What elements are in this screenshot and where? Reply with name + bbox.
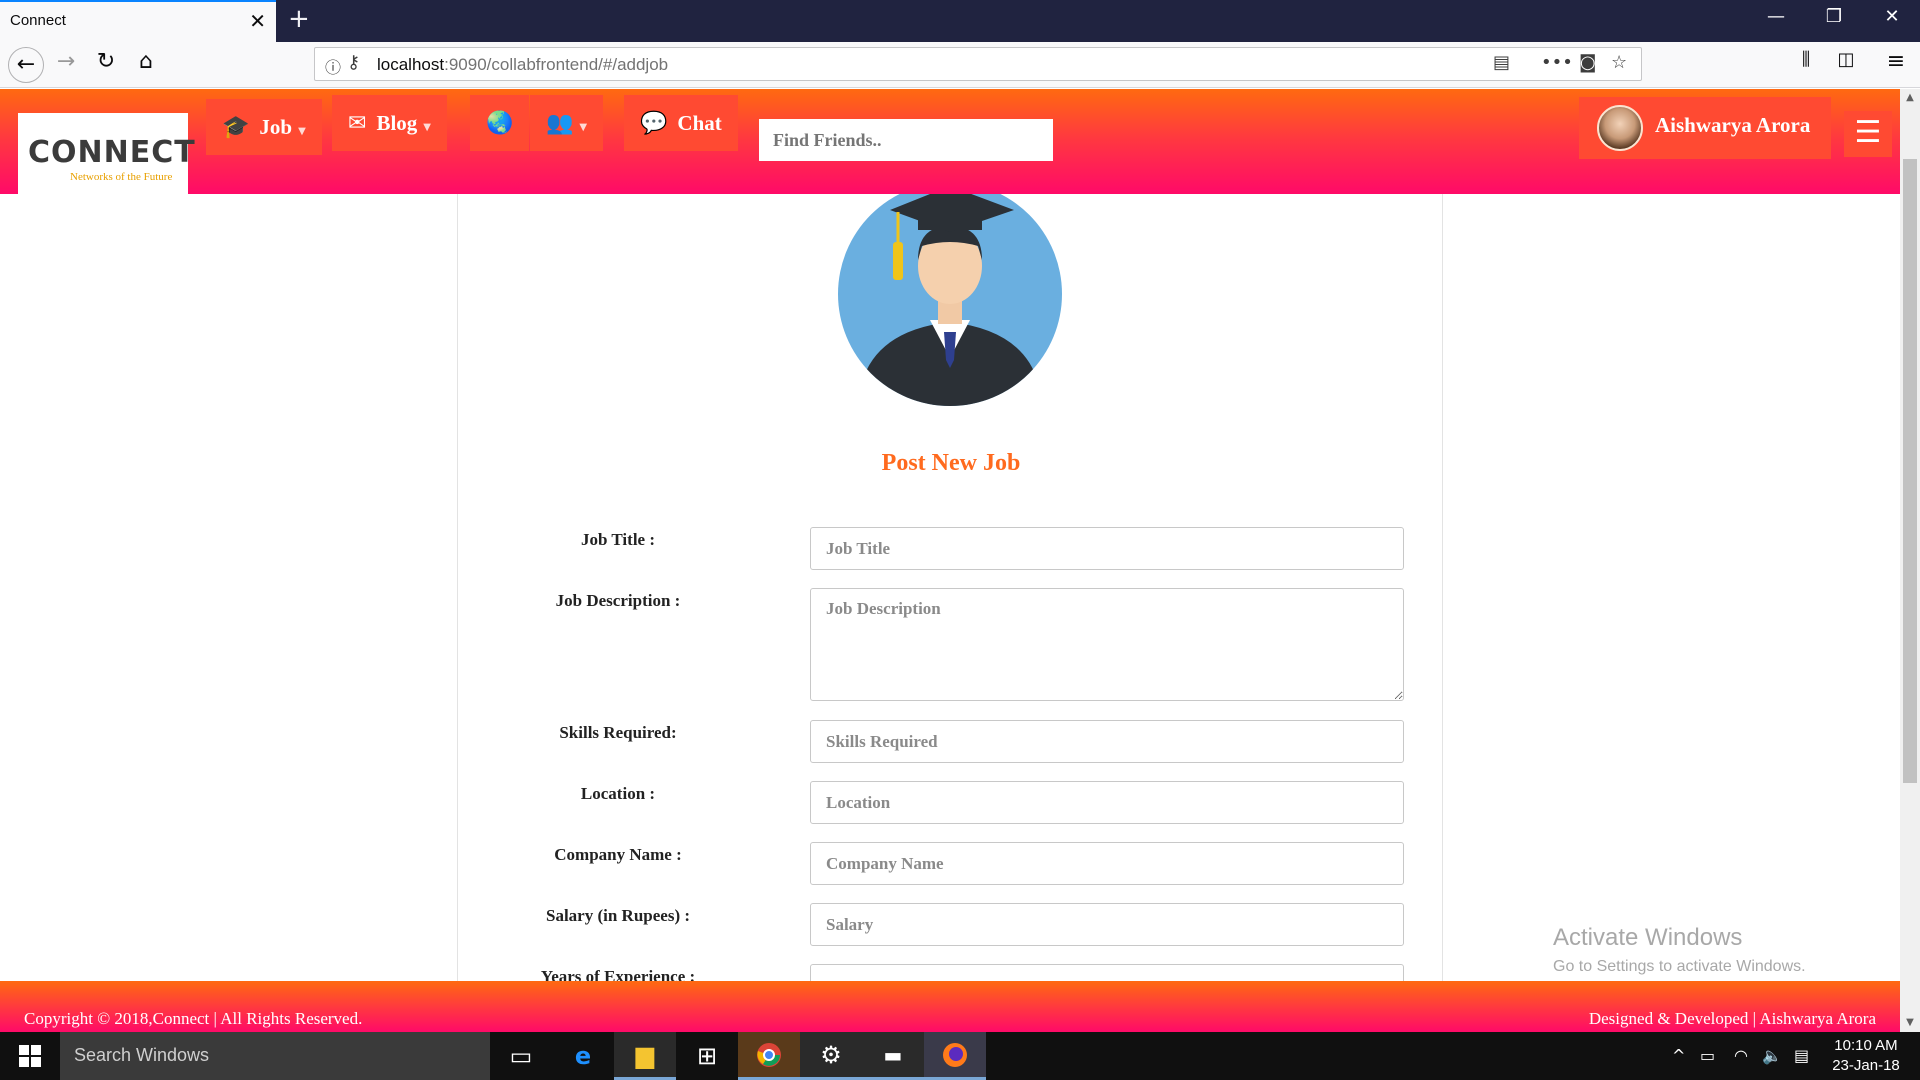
windows-taskbar: Search Windows ▭ e ▆ ⊞ ⚙ ▬ ^ ▭ ◠ 🔈 ▤ 10:… xyxy=(0,1032,1920,1080)
taskbar-clock[interactable]: 10:10 AM 23-Jan-18 xyxy=(1828,1036,1904,1076)
menu-icon[interactable]: ≡ xyxy=(1880,49,1912,81)
tab-title: Connect xyxy=(10,12,66,29)
chrome-icon[interactable] xyxy=(738,1032,800,1080)
menu-globe[interactable]: 🌏 xyxy=(470,95,530,151)
globe-icon: 🌏 xyxy=(486,110,514,136)
wifi-icon[interactable]: ◠ xyxy=(1734,1046,1748,1065)
scroll-down-icon[interactable]: ▼ xyxy=(1900,1014,1920,1032)
experience-input[interactable] xyxy=(810,964,1404,981)
windows-logo-icon xyxy=(19,1045,41,1067)
scrollbar-thumb[interactable] xyxy=(1903,159,1917,783)
avatar xyxy=(1597,105,1643,151)
users-icon: 👥 xyxy=(546,110,574,136)
location-label: Location : xyxy=(580,784,656,803)
library-icon[interactable]: ⫼ xyxy=(1790,49,1822,81)
info-icon[interactable]: ⓘ xyxy=(325,54,341,78)
watermark-title: Activate Windows xyxy=(1553,924,1743,951)
location-input[interactable] xyxy=(810,781,1404,824)
graduation-cap-icon: 🎓 xyxy=(222,114,250,140)
bookmark-star-icon[interactable]: ☆ xyxy=(1611,52,1627,73)
restore-icon[interactable]: ❐ xyxy=(1814,6,1854,27)
job-description-label: Job Description : xyxy=(555,591,681,610)
watermark-subtitle: Go to Settings to activate Windows. xyxy=(1553,958,1806,975)
reader-view-icon[interactable]: ▤ xyxy=(1493,52,1510,73)
caret-down-icon: ▼ xyxy=(579,121,588,133)
form-title: Post New Job xyxy=(881,450,1021,476)
salary-label: Salary (in Rupees) : xyxy=(545,906,691,925)
browser-tab[interactable]: Connect ✕ xyxy=(0,0,276,42)
chat-bubble-icon: 💬 xyxy=(640,110,668,136)
page-scrollbar[interactable]: ▲ ▼ xyxy=(1900,89,1920,1032)
browser-toolbar: ← → ↻ ⌂ ⓘ ⚷ localhost:9090/collabfronten… xyxy=(0,42,1920,88)
file-explorer-icon[interactable]: ▆ xyxy=(614,1032,676,1080)
job-title-input[interactable] xyxy=(810,527,1404,570)
terminal-icon[interactable]: ▬ xyxy=(862,1032,924,1080)
firefox-logo-icon xyxy=(943,1042,967,1067)
scroll-up-icon[interactable]: ▲ xyxy=(1900,89,1920,107)
logo-tagline: Networks of the Future xyxy=(70,171,173,183)
tab-close-icon[interactable]: ✕ xyxy=(249,9,266,33)
window-close-icon[interactable]: ✕ xyxy=(1872,6,1912,27)
volume-icon[interactable]: 🔈 xyxy=(1762,1046,1782,1065)
hamburger-menu-icon[interactable]: ☰ xyxy=(1844,111,1892,157)
store-icon[interactable]: ⊞ xyxy=(676,1032,738,1080)
menu-blog[interactable]: ✉ Blog ▼ xyxy=(332,95,447,151)
activate-windows-watermark: Activate Windows Go to Settings to activ… xyxy=(1553,924,1806,976)
tray-chevron-icon[interactable]: ^ xyxy=(1672,1046,1685,1065)
more-icon[interactable]: ••• xyxy=(1541,52,1573,73)
footer-credits: Designed & Developed | Aishwarya Arora xyxy=(1588,1009,1876,1028)
menu-chat[interactable]: 💬 Chat xyxy=(624,95,738,151)
menu-job-label: Job xyxy=(259,114,293,139)
url-bar[interactable]: ⓘ ⚷ localhost:9090/collabfrontend/#/addj… xyxy=(314,47,1642,81)
logo[interactable]: CONNECT Networks of the Future xyxy=(18,113,195,195)
main-content: Post New Job Job Title : Job Description… xyxy=(457,194,1443,981)
settings-gear-icon[interactable]: ⚙ xyxy=(800,1032,862,1080)
menu-chat-label: Chat xyxy=(677,110,722,135)
tab-strip: Connect ✕ + — ❐ ✕ xyxy=(0,0,1920,42)
find-friends-input[interactable] xyxy=(759,119,1053,161)
menu-friends[interactable]: 👥 ▼ xyxy=(530,95,604,151)
skills-required-label: Skills Required: xyxy=(559,723,677,742)
envelope-icon: ✉ xyxy=(348,110,367,136)
start-button[interactable] xyxy=(0,1032,60,1080)
chrome-logo-icon xyxy=(757,1042,781,1067)
task-view-icon[interactable]: ▭ xyxy=(490,1032,552,1080)
graduate-illustration xyxy=(838,194,1062,406)
clock-date: 23-Jan-18 xyxy=(1832,1057,1900,1074)
reload-icon[interactable]: ↻ xyxy=(90,49,122,81)
forward-icon[interactable]: → xyxy=(50,49,82,81)
taskbar-search[interactable]: Search Windows xyxy=(60,1032,490,1080)
minimize-icon[interactable]: — xyxy=(1756,6,1796,27)
pocket-icon[interactable]: ◙ xyxy=(1579,52,1596,73)
clock-time: 10:10 AM xyxy=(1834,1037,1898,1054)
home-icon[interactable]: ⌂ xyxy=(130,49,162,81)
battery-icon[interactable]: ▭ xyxy=(1700,1046,1715,1065)
company-name-label: Company Name : xyxy=(554,845,682,864)
edge-icon[interactable]: e xyxy=(552,1032,614,1080)
app-header: CONNECT Networks of the Future 🎓 Job ▼ ✉… xyxy=(0,89,1900,195)
user-profile-menu[interactable]: Aishwarya Arora xyxy=(1579,97,1831,159)
page-footer: Copyright © 2018,Connect | All Rights Re… xyxy=(0,981,1900,1032)
caret-down-icon: ▼ xyxy=(423,121,431,133)
caret-down-icon: ▼ xyxy=(298,125,306,137)
key-icon[interactable]: ⚷ xyxy=(347,52,360,73)
salary-input[interactable] xyxy=(810,903,1404,946)
new-tab-icon[interactable]: + xyxy=(288,4,310,34)
firefox-icon[interactable] xyxy=(924,1032,986,1080)
footer-copyright: Copyright © 2018,Connect | All Rights Re… xyxy=(24,1009,363,1028)
skills-required-input[interactable] xyxy=(810,720,1404,763)
back-icon[interactable]: ← xyxy=(8,47,44,83)
menu-blog-label: Blog xyxy=(376,110,418,135)
notifications-icon[interactable]: ▤ xyxy=(1794,1046,1809,1065)
logo-text: CONNECT xyxy=(28,135,196,170)
job-description-input[interactable] xyxy=(810,588,1404,701)
url-text[interactable]: localhost:9090/collabfrontend/#/addjob xyxy=(377,55,668,75)
menu-job[interactable]: 🎓 Job ▼ xyxy=(206,99,322,155)
user-name: Aishwarya Arora xyxy=(1655,113,1811,137)
company-name-input[interactable] xyxy=(810,842,1404,885)
job-title-label: Job Title : xyxy=(581,530,655,549)
sidebar-icon[interactable]: ◫ xyxy=(1830,49,1862,81)
experience-label: Years of Experience : xyxy=(540,967,696,981)
